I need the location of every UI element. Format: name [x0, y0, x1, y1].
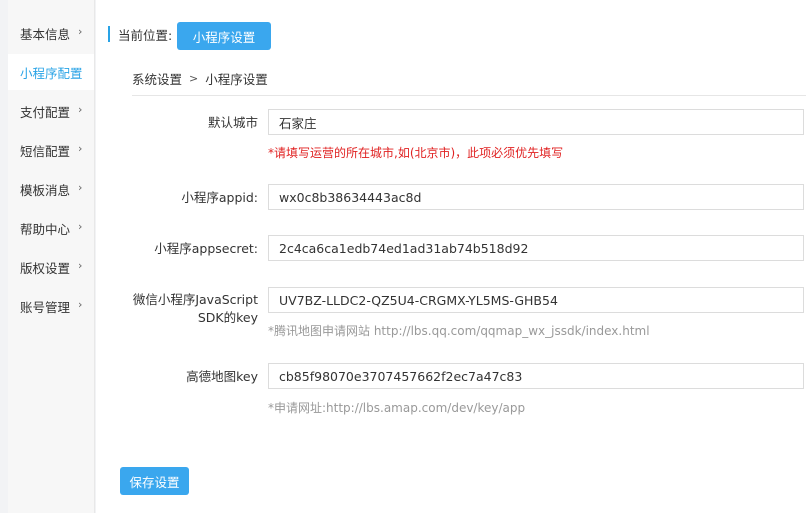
sidebar-item-copyright-settings[interactable]: 版权设置 › [8, 249, 94, 285]
js-sdk-key-input[interactable]: UV7BZ-LLDC2-QZ5U4-CRGMX-YL5MS-GHB54 [268, 287, 804, 313]
sidebar-item-label: 基本信息 [20, 26, 71, 42]
sidebar-item-label: 短信配置 [20, 143, 71, 159]
appsecret-label: 小程序appsecret: [154, 241, 258, 256]
sidebar-item-label: 帮助中心 [20, 221, 71, 237]
chevron-right-icon: › [78, 298, 83, 311]
sidebar-item-account-management[interactable]: 账号管理 › [8, 288, 94, 324]
sidebar-item-template-message[interactable]: 模板消息 › [8, 171, 94, 207]
sidebar-item-basic-info[interactable]: 基本信息 › [8, 15, 94, 51]
chevron-right-icon: › [78, 220, 83, 233]
default-city-label: 默认城市 [207, 115, 258, 130]
chevron-right-icon: › [78, 142, 83, 155]
current-location: 当前位置: [108, 26, 173, 43]
breadcrumb: 系统设置 > 小程序设置 [132, 69, 268, 88]
main-content: 当前位置: 小程序设置 系统设置 > 小程序设置 默认城市 石家庄 *请填写运营… [96, 0, 806, 513]
current-location-button[interactable]: 小程序设置 [177, 22, 271, 50]
sidebar-item-label: 版权设置 [20, 260, 71, 276]
breadcrumb-current: 小程序设置 [205, 71, 268, 87]
appid-input[interactable]: wx0c8b38634443ac8d [268, 184, 804, 210]
sidebar-item-payment-config[interactable]: 支付配置 › [8, 93, 94, 129]
chevron-right-icon: › [78, 181, 83, 194]
js-sdk-key-label-line1: 微信小程序JavaScript [132, 292, 258, 307]
sidebar-item-help-center[interactable]: 帮助中心 › [8, 210, 94, 246]
chevron-right-icon: › [78, 25, 83, 38]
appid-label: 小程序appid: [181, 190, 258, 205]
sidebar-item-label: 模板消息 [20, 182, 71, 198]
chevron-right-icon: › [78, 103, 83, 116]
sidebar-item-label: 支付配置 [20, 104, 71, 120]
js-sdk-key-hint: *腾讯地图申请网站 http://lbs.qq.com/qqmap_wx_jss… [268, 324, 650, 338]
breadcrumb-parent[interactable]: 系统设置 [132, 69, 182, 88]
sidebar-item-sms-config[interactable]: 短信配置 › [8, 132, 94, 168]
current-location-label: 当前位置: [118, 27, 173, 43]
sidebar-item-label: 小程序配置 [20, 65, 83, 81]
sidebar: 基本信息 › 小程序配置 支付配置 › 短信配置 › 模板消息 › 帮助中心 ›… [8, 0, 95, 513]
default-city-hint: *请填写运营的所在城市,如(北京市)，此项必须优先填写 [268, 146, 564, 160]
appsecret-input[interactable]: 2c4ca6ca1edb74ed1ad31ab74b518d92 [268, 235, 804, 261]
divider [132, 95, 806, 96]
amap-key-label: 高德地图key [186, 369, 258, 384]
chevron-right-icon: › [78, 259, 83, 272]
amap-key-hint: *申请网址:http://lbs.amap.com/dev/key/app [268, 401, 526, 415]
amap-key-input[interactable]: cb85f98070e3707457662f2ec7a47c83 [268, 363, 804, 389]
js-sdk-key-label-line2: SDK的key [197, 310, 258, 325]
save-button[interactable]: 保存设置 [120, 467, 189, 495]
sidebar-item-label: 账号管理 [20, 299, 71, 315]
sidebar-item-miniprogram-config[interactable]: 小程序配置 [8, 54, 94, 90]
breadcrumb-separator: > [189, 71, 199, 85]
default-city-input[interactable]: 石家庄 [268, 109, 804, 135]
